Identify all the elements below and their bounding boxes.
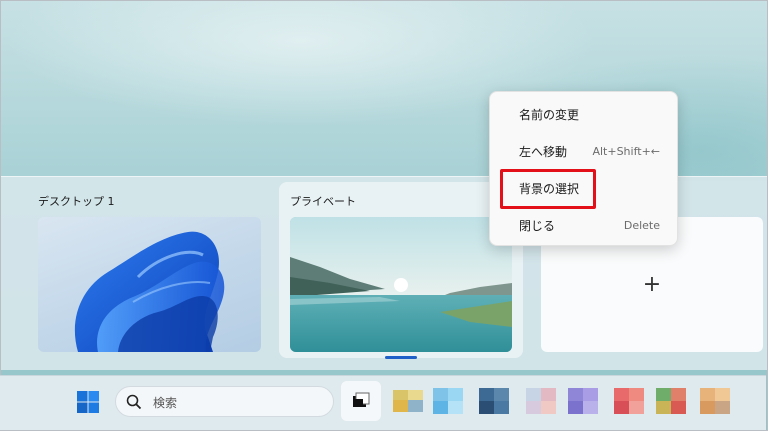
taskbar-search-input[interactable]: 検索 [115,386,334,417]
search-icon [126,394,142,410]
search-placeholder: 検索 [153,396,178,410]
menu-item-close[interactable]: 閉じる Delete [490,210,677,240]
task-view-icon [353,392,370,407]
desktop-thumbnail-2[interactable] [290,217,512,352]
app-icon [568,388,598,414]
taskbar-app-file-explorer[interactable] [393,386,423,416]
highlight-annotation-box [500,169,596,209]
active-desktop-indicator [385,356,417,359]
app-icon [526,388,556,414]
file-explorer-icon [393,390,423,412]
menu-item-rename[interactable]: 名前の変更 [490,99,677,129]
app-icon [433,388,463,414]
app-icon [614,388,644,414]
desktop-title-2: プライベート [290,195,356,208]
taskbar-app-4[interactable] [526,386,556,416]
lake-wallpaper [290,217,512,352]
menu-item-move-left[interactable]: 左へ移動 Alt+Shift+← [490,136,677,166]
taskbar-app-6[interactable] [614,386,644,416]
app-icon [700,388,730,414]
menu-item-shortcut: Delete [623,218,660,232]
menu-item-label: 左へ移動 [519,144,568,159]
plus-icon: + [642,271,662,297]
desktop-thumbnail-1[interactable] [38,217,261,352]
menu-item-label: 名前の変更 [519,107,580,122]
taskbar-app-8[interactable] [700,386,730,416]
taskbar-app-5[interactable] [568,386,598,416]
taskbar-app-2[interactable] [433,386,463,416]
desktop-title-1: デスクトップ 1 [38,195,115,208]
task-view-button[interactable] [341,381,381,421]
menu-item-label: 閉じる [519,218,556,233]
menu-item-shortcut: Alt+Shift+← [592,144,660,158]
app-icon [656,388,686,414]
taskbar-app-7[interactable] [656,386,686,416]
taskbar-app-3[interactable] [479,386,509,416]
start-button[interactable] [76,390,100,414]
windows-logo-icon [77,391,99,413]
app-icon [479,388,509,414]
windows-bloom-wallpaper [74,231,225,352]
